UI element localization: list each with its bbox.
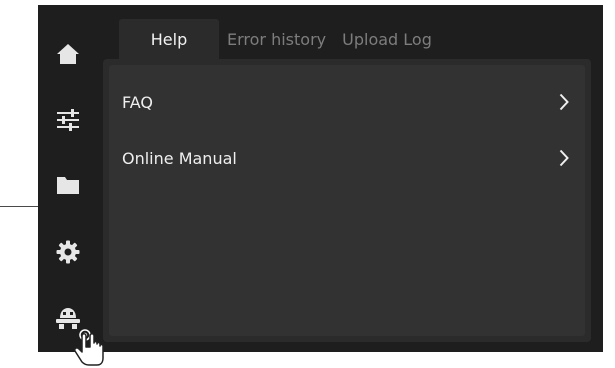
callout-leader-line: [0, 206, 38, 207]
sidebar-item-settings-sliders[interactable]: [48, 100, 88, 140]
sidebar-item-files[interactable]: [48, 165, 88, 205]
tab-upload-log[interactable]: Upload Log: [334, 19, 440, 59]
list-item-label: Online Manual: [122, 148, 237, 168]
list-item-label: FAQ: [122, 92, 153, 112]
chevron-right-icon: [559, 149, 569, 167]
sidebar-item-home[interactable]: [48, 34, 88, 74]
sidebar: [38, 5, 98, 352]
gear-icon: [56, 240, 80, 264]
tab-bar: Help Error history Upload Log: [119, 19, 440, 59]
help-list: FAQ Online Manual: [109, 65, 585, 336]
sliders-icon: [57, 109, 79, 131]
chevron-right-icon: [559, 93, 569, 111]
sidebar-item-gear[interactable]: [48, 232, 88, 272]
tab-error-history[interactable]: Error history: [219, 19, 334, 59]
folder-icon: [57, 177, 79, 194]
help-panel: FAQ Online Manual: [103, 59, 591, 342]
list-item-online-manual[interactable]: Online Manual: [109, 133, 585, 183]
hand-pointer-icon: [74, 329, 104, 366]
device-screen: Help Error history Upload Log FAQ Online…: [38, 5, 603, 352]
list-item-faq[interactable]: FAQ: [109, 77, 585, 127]
home-icon: [57, 44, 79, 64]
tab-help[interactable]: Help: [119, 19, 219, 59]
